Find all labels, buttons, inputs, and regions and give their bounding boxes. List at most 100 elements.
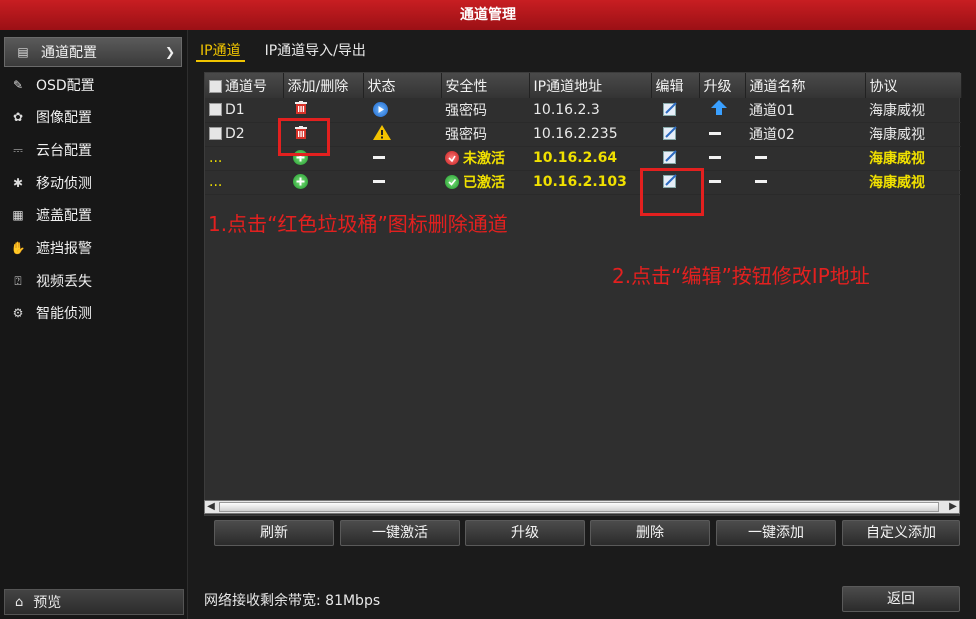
sidebar-item-image-config[interactable]: ✿ 图像配置 [0,102,186,132]
cell-upgrade [699,170,745,195]
sidebar-item-label: 图像配置 [36,110,92,126]
preview-button[interactable]: ⌂ 预览 [4,589,184,615]
tab-ip-import-export[interactable]: IP通道导入/导出 [261,40,370,62]
cell-ip: 10.16.2.103 [529,170,651,195]
dash-icon [373,180,385,183]
camera-icon: ▤ [17,45,29,59]
row-checkbox[interactable] [209,102,222,116]
table-header-row: 通道号 添加/删除 状态 安全性 IP通道地址 编辑 升级 通道名称 协议 [205,73,962,98]
add-icon[interactable] [293,174,308,189]
header-edit: 编辑 [651,73,700,98]
cell-ip: 10.16.2.235 [529,122,651,147]
custom-add-button[interactable]: 自定义添加 [842,520,960,546]
sidebar-item-label: 遮盖配置 [36,208,92,224]
back-button[interactable]: 返回 [842,586,960,612]
sidebar-item-ptz-config[interactable]: ⎓ 云台配置 [0,135,186,165]
motion-icon: ✱ [12,176,24,190]
cell-upgrade [699,98,745,123]
sidebar-item-osd-config[interactable]: ✎ OSD配置 [0,70,186,100]
header-channel-name: 通道名称 [745,73,866,98]
cell-protocol: 海康威视 [865,170,961,195]
sidebar-item-motion-detection[interactable]: ✱ 移动侦测 [0,168,186,198]
sidebar-item-label: 移动侦测 [36,176,92,192]
scroll-right-icon[interactable]: ▶ [947,501,959,513]
scroll-left-icon[interactable]: ◀ [205,501,217,513]
sidebar-item-video-loss[interactable]: ⍰ 视频丢失 [0,266,186,296]
cell-protocol: 海康威视 [865,146,961,171]
edit-icon[interactable] [663,150,678,164]
cell-status [363,146,441,171]
dash-icon [755,180,767,183]
cell-ip: 10.16.2.3 [529,98,651,123]
cell-edit [651,122,699,147]
sidebar-item-label: 云台配置 [36,143,92,159]
cell-status [363,98,441,123]
tab-ip-channel[interactable]: IP通道 [196,40,245,62]
dash-icon [755,156,767,159]
cell-security: 已激活 [441,170,529,195]
cell-protocol: 海康威视 [865,98,961,123]
scrollbar-thumb[interactable] [219,502,939,512]
annotation-box-trash [278,118,330,156]
cell-upgrade [699,122,745,147]
cell-upgrade [699,146,745,171]
header-ip-address: IP通道地址 [529,73,652,98]
cell-action [283,170,363,195]
cell-channel: D2 [205,122,283,147]
annotation-box-edit [640,168,704,216]
smart-icon: ⚙ [12,306,24,320]
chevron-right-icon: ❯ [164,45,175,59]
cell-edit [651,146,699,171]
annotation-step1: 1.点击“红色垃圾桶”图标删除通道 [208,212,508,236]
sidebar-item-smart-detection[interactable]: ⚙ 智能侦测 [0,298,186,328]
cell-ip: 10.16.2.64 [529,146,651,171]
table-row[interactable]: ... 已激活 10.16.2.103 海康威视 [205,170,961,195]
cell-name [745,146,865,171]
header-label: 通道号 [225,78,267,95]
header-channel[interactable]: 通道号 [205,73,284,98]
edit-icon[interactable] [663,126,678,140]
refresh-button[interactable]: 刷新 [214,520,334,546]
dash-icon [709,180,721,183]
bandwidth-status: 网络接收剩余带宽: 81Mbps [204,593,381,609]
security-label: 未激活 [463,151,505,167]
add-all-button[interactable]: 一键添加 [716,520,836,546]
sidebar-item-tamper-alarm[interactable]: ✋ 遮挡报警 [0,233,186,263]
cell-security: 未激活 [441,146,529,171]
sidebar-item-mask-config[interactable]: ▦ 遮盖配置 [0,200,186,230]
cell-security: 强密码 [441,98,529,123]
channel-id: D2 [225,126,245,142]
delete-button[interactable]: 删除 [590,520,710,546]
cell-protocol: 海康威视 [865,122,961,147]
activate-all-button[interactable]: 一键激活 [340,520,460,546]
annotation-step2: 2.点击“编辑”按钮修改IP地址 [612,264,870,288]
inactive-icon [445,151,459,165]
sidebar-item-label: OSD配置 [36,78,95,94]
cell-name: 通道02 [745,122,865,147]
home-icon: ⌂ [15,594,24,610]
active-icon [445,175,459,189]
select-all-checkbox[interactable] [209,79,222,93]
horizontal-scrollbar[interactable]: ◀ ▶ [204,500,960,514]
dash-icon [373,156,385,159]
sidebar-item-label: 遮挡报警 [36,241,92,257]
palette-icon: ✿ [12,110,24,124]
row-checkbox[interactable] [209,127,222,140]
dash-icon [709,132,721,135]
header-status: 状态 [363,73,442,98]
sidebar-item-channel-config[interactable]: ▤ 通道配置 ❯ [4,37,182,67]
tab-bar: IP通道 IP通道导入/导出 [196,40,386,64]
upgrade-button[interactable]: 升级 [465,520,585,546]
cell-security: 强密码 [441,122,529,147]
window-title: 通道管理 [0,0,976,30]
security-label: 已激活 [463,175,505,191]
mask-icon: ▦ [12,208,24,222]
cell-status [363,170,441,195]
cell-channel: ... [205,146,283,171]
trash-icon[interactable] [295,101,307,115]
edit-icon[interactable] [663,102,678,116]
play-icon[interactable] [373,101,388,117]
ptz-icon: ⎓ [13,142,23,157]
preview-label: 预览 [33,595,62,611]
upgrade-arrow-icon[interactable] [711,100,727,119]
